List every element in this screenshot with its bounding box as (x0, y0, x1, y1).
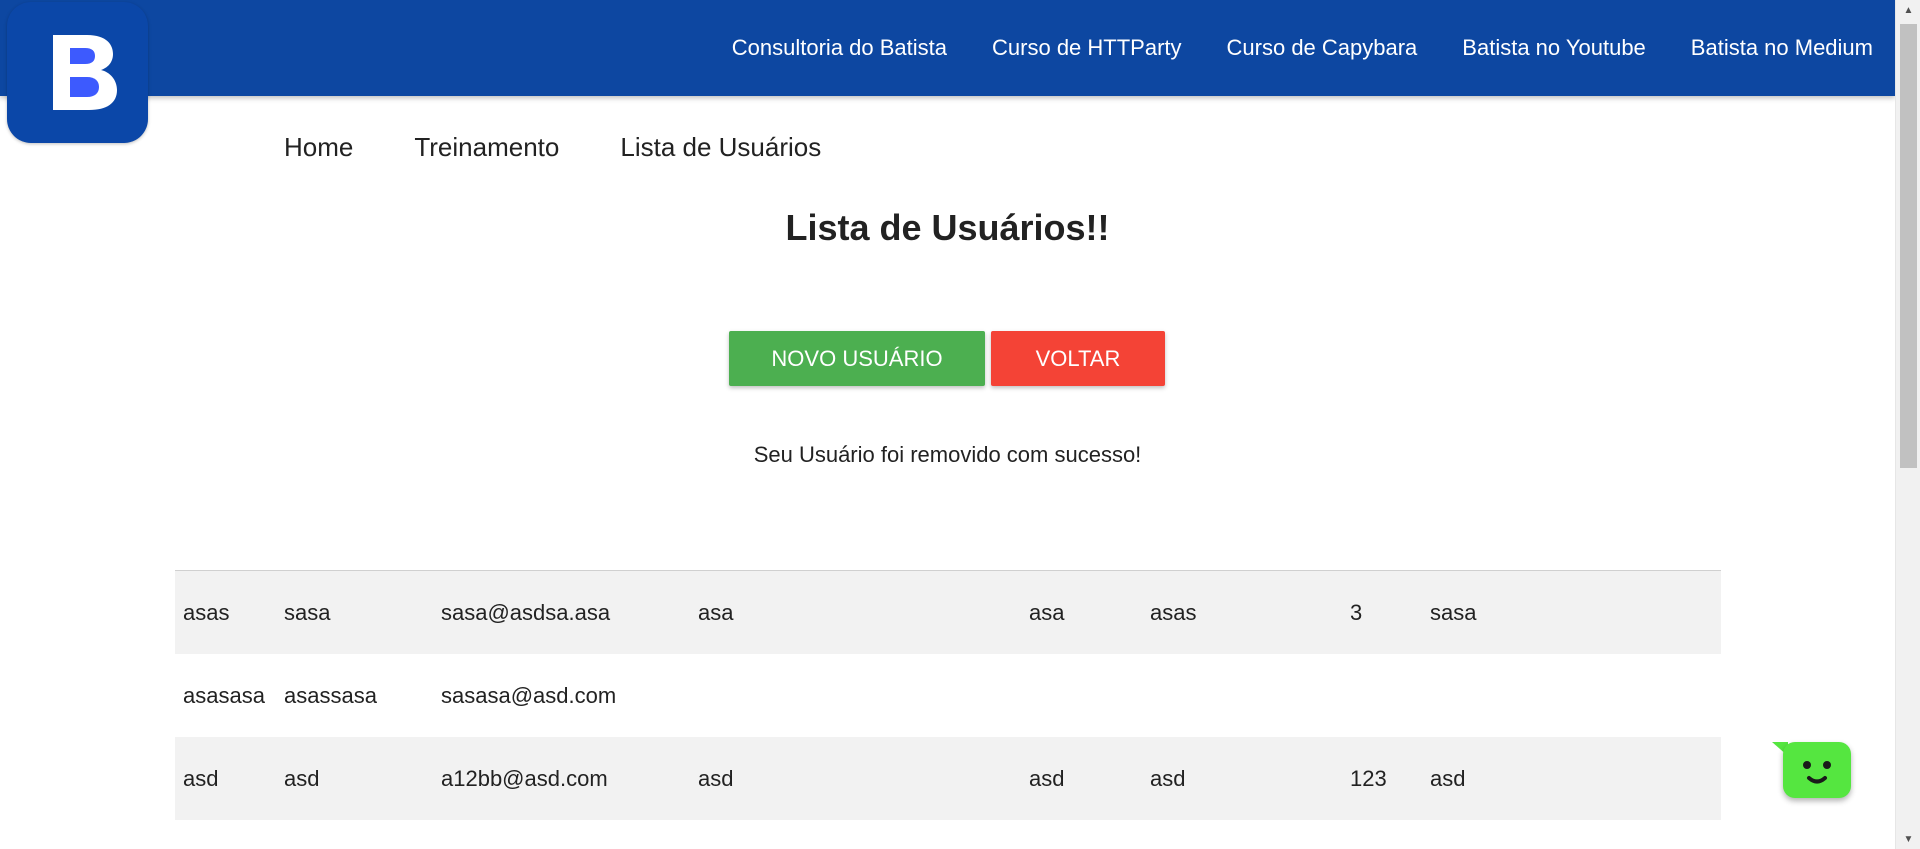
table-cell: asas (183, 599, 230, 625)
top-navbar: Consultoria do Batista Curso de HTTParty… (0, 0, 1895, 96)
nav-link-medium[interactable]: Batista no Medium (1691, 35, 1873, 61)
action-buttons: NOVO USUÁRIO VOLTAR (729, 331, 1165, 386)
table-cell: sasasa@asd.com (441, 682, 617, 708)
page: Consultoria do Batista Curso de HTTParty… (0, 0, 1920, 849)
smiley-face (1803, 761, 1831, 784)
table-cell: 3 (1350, 599, 1363, 625)
top-nav-links: Consultoria do Batista Curso de HTTParty… (732, 0, 1873, 96)
table-cell: sasa@asdsa.asa (441, 599, 611, 625)
new-user-button[interactable]: NOVO USUÁRIO (729, 331, 985, 386)
table-cell: asd (698, 765, 734, 791)
table-cell: asd (1430, 765, 1466, 791)
table-cell: asa (698, 599, 734, 625)
nav-link-youtube[interactable]: Batista no Youtube (1462, 35, 1646, 61)
logo-letter-b (53, 35, 117, 110)
nav-link-curso-capybara[interactable]: Curso de Capybara (1227, 35, 1418, 61)
table-cell: a12bb@asd.com (441, 765, 608, 791)
brand-logo[interactable] (7, 2, 148, 143)
table-cell: asd (183, 765, 219, 791)
table-cell: asd (1150, 765, 1186, 791)
secondary-nav: Home Treinamento Lista de Usuários (284, 127, 821, 167)
subnav-home[interactable]: Home (284, 132, 353, 163)
table-row: asasasa asassasa sasasa@asd.com (175, 654, 1721, 737)
table-cell: 123 (1350, 765, 1387, 791)
chat-smiley-icon (1783, 742, 1851, 798)
table-cell: asd (284, 765, 320, 791)
table-row: asd asd a12bb@asd.com asd asd asd 123 as… (175, 737, 1721, 820)
page-title: Lista de Usuários!! (785, 207, 1110, 248)
table-cell: asassasa (284, 682, 377, 708)
nav-link-consultoria[interactable]: Consultoria do Batista (732, 35, 947, 61)
table-cell: asas (1150, 599, 1197, 625)
table-cell: sasa (1430, 599, 1477, 625)
table-cell: asd (1029, 765, 1065, 791)
chat-widget-button[interactable] (1772, 742, 1852, 802)
users-table: asas sasa sasa@asdsa.asa asa asa asas 3 … (175, 570, 1721, 820)
subnav-lista-usuarios[interactable]: Lista de Usuários (620, 132, 821, 163)
back-button[interactable]: VOLTAR (991, 331, 1165, 386)
nav-link-curso-httparty[interactable]: Curso de HTTParty (992, 35, 1182, 61)
scrollbar-thumb[interactable] (1900, 24, 1917, 468)
table-row: asas sasa sasa@asdsa.asa asa asa asas 3 … (175, 571, 1721, 654)
table-cell: sasa (284, 599, 331, 625)
arrow-up-icon[interactable]: ▲ (1896, 0, 1920, 20)
subnav-treinamento[interactable]: Treinamento (414, 132, 559, 163)
flash-message: Seu Usuário foi removido com sucesso! (753, 442, 1142, 467)
table-cell: asasasa (183, 682, 265, 708)
table-cell: asa (1029, 599, 1065, 625)
arrow-down-icon[interactable]: ▼ (1896, 829, 1920, 849)
vertical-scrollbar[interactable]: ▲ ▼ (1895, 0, 1920, 849)
